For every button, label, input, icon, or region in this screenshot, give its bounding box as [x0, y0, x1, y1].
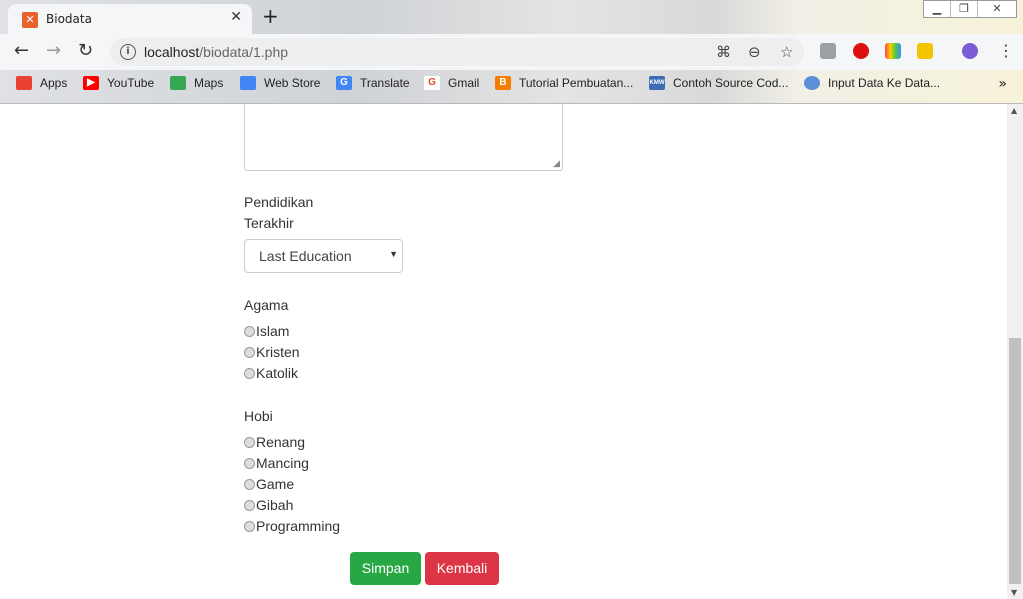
zoom-icon[interactable]: ⊖ [748, 43, 761, 61]
bookmark-star-icon[interactable]: ☆ [780, 43, 793, 61]
radio-label: Kristen [256, 344, 300, 360]
radio-button[interactable] [244, 457, 255, 469]
hobby-option-renang[interactable]: Renang [244, 434, 305, 450]
link-icon [804, 76, 820, 90]
google-icon: G [424, 76, 440, 90]
translate-page-icon[interactable]: ⌘ [716, 43, 731, 61]
site-info-icon[interactable]: i [120, 44, 136, 60]
shield-extension-icon[interactable] [820, 43, 836, 59]
radio-button[interactable] [244, 478, 255, 490]
hobby-option-game[interactable]: Game [244, 476, 294, 492]
translate-icon: G [336, 76, 352, 90]
reload-icon[interactable]: ↻ [78, 41, 93, 61]
apps-grid-icon [16, 76, 32, 90]
radio-button[interactable] [244, 346, 255, 358]
radio-button[interactable] [244, 499, 255, 511]
bookmark-label: Maps [194, 76, 224, 90]
bookmarks-bar: Apps ▶ YouTube Maps Web Store G Translat… [0, 70, 1023, 98]
religion-option-islam[interactable]: Islam [244, 323, 289, 339]
radio-label: Programming [256, 518, 341, 534]
education-label-line1: Pendidikan [244, 194, 314, 210]
browser-chrome: ✕ Biodata ✕ + ▁ ❐ ✕ ← → ↻ i localhost/bi… [0, 0, 1023, 104]
radio-button[interactable] [244, 367, 255, 379]
adblock-extension-icon[interactable] [853, 43, 869, 59]
url-host: localhost [144, 44, 200, 60]
bookmark-input-data[interactable]: Input Data Ke Data... [804, 76, 940, 90]
religion-option-kristen[interactable]: Kristen [244, 344, 300, 360]
bookmark-web-store[interactable]: Web Store [240, 76, 320, 90]
tab-close-icon[interactable]: ✕ [230, 9, 242, 25]
browser-toolbar: ← → ↻ i localhost/biodata/1.php ⌘ ⊖ ☆ [0, 34, 1023, 70]
browser-tab[interactable]: ✕ Biodata ✕ [8, 4, 252, 34]
bookmark-gmail[interactable]: G Gmail [424, 76, 479, 90]
restore-icon[interactable]: ❐ [951, 1, 978, 17]
bookmark-label: Gmail [448, 76, 480, 90]
radio-button[interactable] [244, 436, 255, 448]
bookmark-translate[interactable]: G Translate [336, 76, 410, 90]
bookmark-tutorial[interactable]: B Tutorial Pembuatan... [495, 76, 633, 90]
xampp-favicon-icon: ✕ [22, 12, 38, 28]
address-textarea[interactable]: ◢ [244, 104, 563, 171]
vertical-scrollbar[interactable]: ▲ ▼ [1007, 104, 1023, 599]
window-controls: ▁ ❐ ✕ [923, 0, 1017, 18]
scroll-down-icon[interactable]: ▼ [1011, 588, 1017, 597]
radio-label: Islam [256, 323, 290, 339]
bookmark-label: Input Data Ke Data... [828, 76, 941, 90]
religion-option-katolik[interactable]: Katolik [244, 365, 298, 381]
bookmark-apps[interactable]: Apps [16, 76, 67, 90]
bookmark-label: Translate [360, 76, 410, 90]
bookmark-label: Contoh Source Cod... [673, 76, 789, 90]
more-bookmarks-icon[interactable]: » [998, 76, 1007, 92]
maps-icon [170, 76, 186, 90]
back-arrow-icon[interactable]: ← [14, 41, 29, 61]
save-button[interactable]: Simpan [350, 552, 421, 585]
bookmark-maps[interactable]: Maps [170, 76, 223, 90]
close-window-icon[interactable]: ✕ [978, 1, 1016, 17]
blogger-icon: B [495, 76, 511, 90]
url-path: /biodata/1.php [199, 44, 289, 60]
hobby-option-gibah[interactable]: Gibah [244, 497, 293, 513]
scrollbar-thumb[interactable] [1009, 338, 1021, 584]
profile-avatar-icon[interactable] [962, 43, 978, 59]
education-select[interactable]: Last Education ▼ [244, 239, 403, 273]
education-label-line2: Terakhir [244, 215, 294, 231]
radio-button[interactable] [244, 325, 255, 337]
hobby-option-mancing[interactable]: Mancing [244, 455, 309, 471]
radio-label: Katolik [256, 365, 299, 381]
scroll-up-icon[interactable]: ▲ [1011, 106, 1017, 115]
bookmark-youtube[interactable]: ▶ YouTube [83, 76, 154, 90]
bookmark-label: Apps [40, 76, 68, 90]
forward-arrow-icon[interactable]: → [46, 41, 61, 61]
colorful-extension-icon[interactable] [885, 43, 901, 59]
resize-grip-icon[interactable]: ◢ [553, 158, 560, 169]
dropdown-arrow-icon: ▼ [389, 249, 398, 259]
back-button[interactable]: Kembali [425, 552, 499, 585]
tab-title: Biodata [46, 12, 92, 26]
education-select-value: Last Education [259, 248, 352, 264]
radio-label: Game [256, 476, 295, 492]
bookmark-label: Web Store [264, 76, 321, 90]
radio-label: Gibah [256, 497, 294, 513]
youtube-icon: ▶ [83, 76, 99, 90]
radio-label: Mancing [256, 455, 309, 471]
yellow-extension-icon[interactable] [917, 43, 933, 59]
chrome-menu-icon[interactable]: ⋮ [998, 41, 1014, 60]
bookmark-contoh-source[interactable]: KMW Contoh Source Cod... [649, 76, 788, 90]
url-text[interactable]: localhost/biodata/1.php [144, 44, 288, 60]
bookmark-label: Tutorial Pembuatan... [519, 76, 634, 90]
kmw-icon: KMW [649, 76, 665, 90]
hobby-label: Hobi [244, 408, 273, 424]
radio-button[interactable] [244, 520, 255, 532]
hobby-option-programming[interactable]: Programming [244, 518, 340, 534]
web-store-icon [240, 76, 256, 90]
religion-label: Agama [244, 297, 289, 313]
address-bar[interactable]: i localhost/biodata/1.php ⌘ ⊖ ☆ [110, 38, 804, 66]
radio-label: Renang [256, 434, 306, 450]
minimize-icon[interactable]: ▁ [924, 1, 951, 17]
new-tab-button[interactable]: + [262, 5, 279, 27]
bookmark-label: YouTube [107, 76, 155, 90]
page-content: ◢ Pendidikan Terakhir Last Education ▼ A… [0, 104, 1007, 599]
